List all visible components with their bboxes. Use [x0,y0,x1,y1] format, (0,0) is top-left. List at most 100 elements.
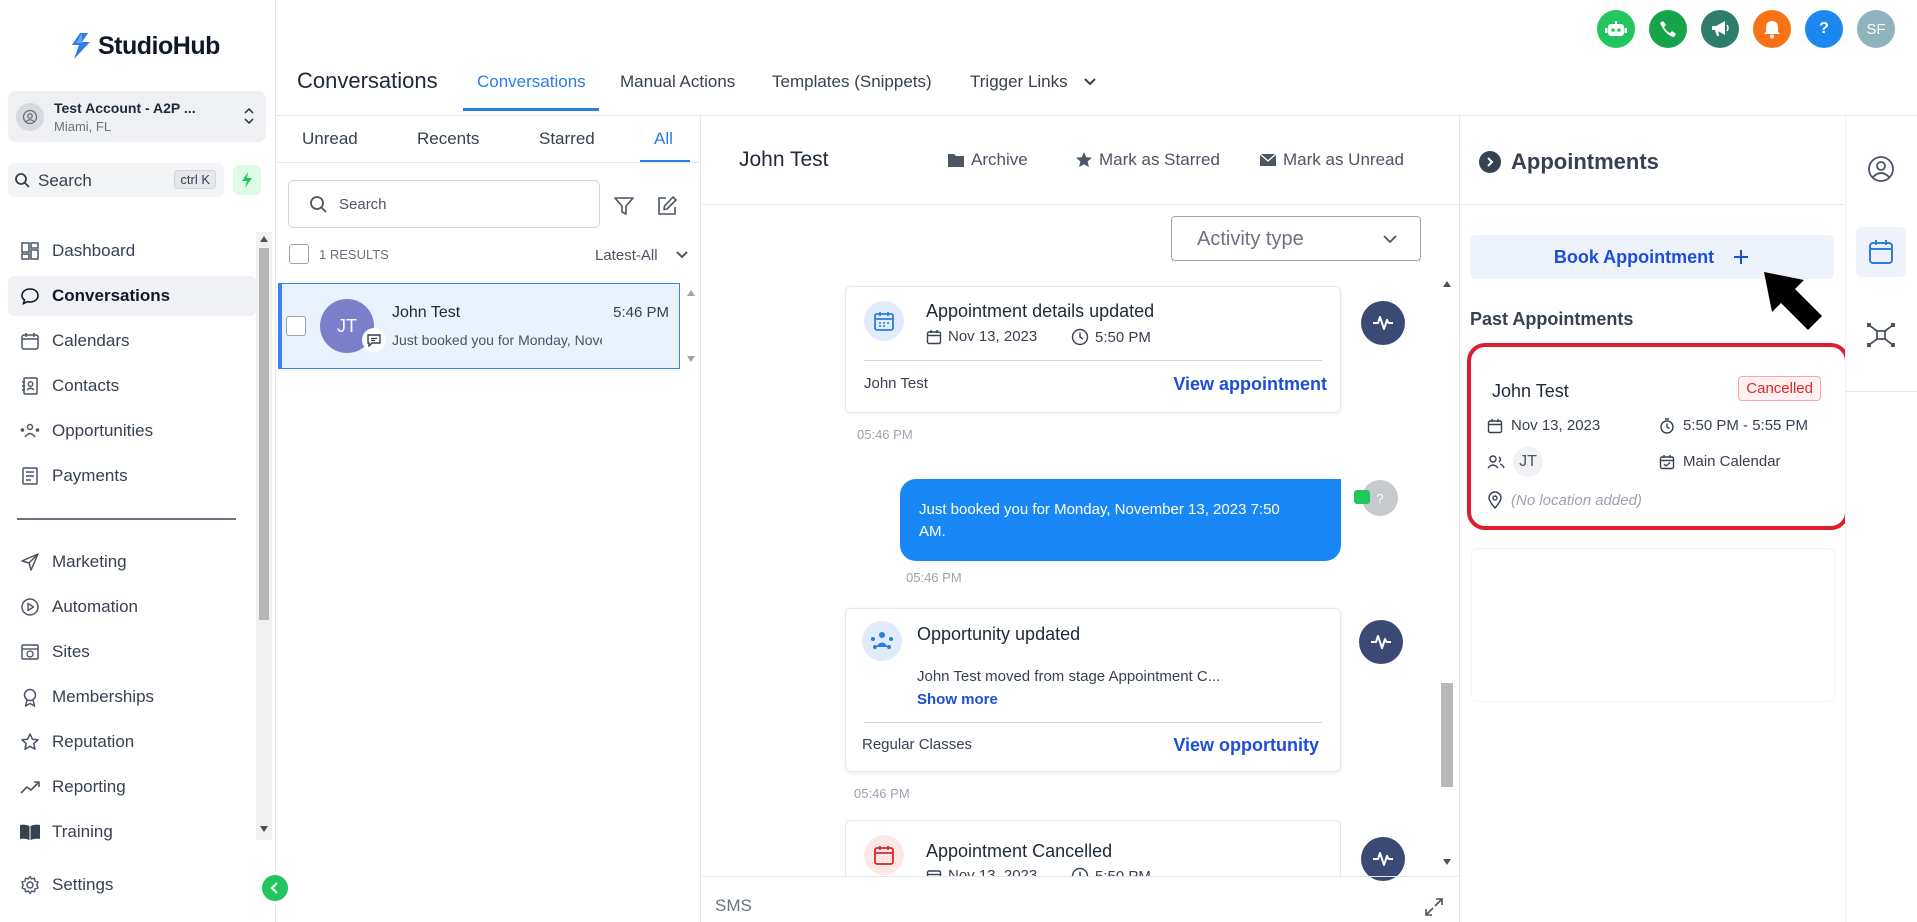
send-icon [18,550,42,574]
list-tab-unread[interactable]: Unread [302,129,358,149]
lightning-icon [242,172,252,188]
list-scrollbar[interactable] [684,284,698,368]
appointment-calendar-text: Main Calendar [1683,453,1781,470]
settings-gear-icon [18,873,42,897]
select-all-checkbox[interactable] [289,244,309,264]
sidebar-search[interactable]: Search ctrl K [8,163,224,197]
sidebar-item-label: Payments [52,466,128,485]
event-date: Nov 13, 2023 [926,867,1037,876]
tab-manual-actions[interactable]: Manual Actions [620,72,735,92]
list-tab-all[interactable]: All [654,129,673,149]
calendar-icon [864,301,904,341]
location-pin-icon [1488,491,1502,509]
rail-divider [1845,391,1917,392]
pointer-arrow-icon [1764,272,1822,330]
sidebar-item-payments[interactable]: Payments [8,456,256,496]
sidebar-item-calendars[interactable]: Calendars [8,321,256,361]
brand-logo[interactable]: StudioHub [68,30,220,62]
conversation-item[interactable]: JT John Test 5:46 PM Just booked you for… [278,283,680,369]
list-tab-starred[interactable]: Starred [539,129,595,149]
chevron-right-icon[interactable] [1479,151,1501,173]
chat-scroll-thumb[interactable] [1441,683,1453,787]
chevron-down-icon[interactable] [1083,77,1097,87]
appointments-panel-button[interactable] [1856,227,1906,277]
calendar-icon [926,329,942,344]
show-more-link[interactable]: Show more [917,691,998,708]
sender-avatar-initials: ? [1376,490,1384,506]
tab-trigger-links[interactable]: Trigger Links [970,72,1068,92]
status-badge: Cancelled [1738,376,1821,401]
account-name: Test Account - A2P ... [54,100,196,116]
sidebar-item-automation[interactable]: Automation [8,587,256,627]
activity-icon [1359,620,1403,664]
past-appointment-card[interactable]: John Test Cancelled Nov 13, 2023 5:50 PM… [1467,343,1849,530]
envelope-icon [1259,153,1277,166]
help-button[interactable]: ? [1805,10,1843,48]
quick-actions-button[interactable] [233,165,261,195]
mark-unread-label: Mark as Unread [1283,150,1404,169]
sidebar-item-label: Marketing [52,552,127,571]
sidebar-item-contacts[interactable]: Contacts [8,366,256,406]
compose-icon[interactable] [656,195,678,217]
clock-icon [1071,867,1089,876]
composer-channel-label[interactable]: SMS [715,896,752,916]
sidebar-item-sites[interactable]: Sites [8,632,256,672]
mark-starred-label: Mark as Starred [1099,150,1220,169]
sidebar-item-marketing[interactable]: Marketing [8,542,256,582]
sidebar-item-conversations[interactable]: Conversations [8,276,256,316]
notifications-button[interactable] [1753,10,1791,48]
sort-dropdown[interactable]: Latest-All [595,247,658,264]
contacts-icon [18,374,42,398]
appointment-time-text: 5:50 PM - 5:55 PM [1683,417,1809,434]
scroll-down-icon [1443,859,1451,865]
scroll-up-icon [1443,281,1451,287]
dashboard-icon [18,239,42,263]
event-description: John Test moved from stage Appointment C… [917,668,1221,685]
calendar-check-icon [1659,454,1675,469]
sidebar-item-opportunities[interactable]: Opportunities [8,411,256,451]
sidebar-item-reporting[interactable]: Reporting [8,767,256,807]
filter-icon[interactable] [613,195,635,217]
announcements-button[interactable] [1701,10,1739,48]
chevron-down-icon [1383,235,1397,244]
sidebar-scroll-thumb[interactable] [259,248,269,620]
view-opportunity-link[interactable]: View opportunity [1173,735,1319,756]
tab-conversations[interactable]: Conversations [477,72,586,92]
award-icon [18,685,42,709]
sites-icon [18,640,42,664]
account-switcher[interactable]: Test Account - A2P ... Miami, FL [8,91,266,142]
sidebar-item-dashboard[interactable]: Dashboard [8,231,256,271]
list-tab-divider [277,162,701,163]
search-shortcut-badge: ctrl K [174,170,216,189]
automation-icon [18,595,42,619]
view-appointment-link[interactable]: View appointment [1173,374,1327,395]
list-tab-recents[interactable]: Recents [417,129,479,149]
event-contact: John Test [864,375,928,392]
mark-starred-button[interactable]: Mark as Starred [1075,150,1220,170]
sidebar-item-memberships[interactable]: Memberships [8,677,256,717]
expand-icon[interactable] [1424,897,1444,917]
activity-icon [1361,301,1405,345]
workflow-button[interactable] [1856,310,1906,360]
sidebar-item-reputation[interactable]: Reputation [8,722,256,762]
mark-unread-button[interactable]: Mark as Unread [1259,150,1404,170]
sidebar-item-label: Settings [52,875,114,894]
contact-details-button[interactable] [1856,144,1906,194]
activity-type-select[interactable]: Activity type [1171,216,1421,261]
archive-button[interactable]: Archive [947,150,1028,170]
conversation-checkbox[interactable] [286,316,306,336]
user-avatar[interactable]: SF [1857,10,1895,48]
tab-templates[interactable]: Templates (Snippets) [772,72,932,92]
phone-button[interactable] [1649,10,1687,48]
conversation-search-input[interactable]: Search [288,180,600,228]
opportunities-icon [862,621,902,661]
event-date-text: Nov 13, 2023 [948,867,1038,876]
chevron-down-icon[interactable] [675,250,689,260]
ai-assistant-button[interactable] [1597,10,1635,48]
sidebar-item-settings[interactable]: Settings [8,865,256,905]
archive-label: Archive [971,150,1028,169]
sidebar-item-training[interactable]: Training [8,812,256,852]
activity-icon [1361,837,1405,881]
chat-icon [18,284,42,308]
card-divider [864,722,1322,723]
